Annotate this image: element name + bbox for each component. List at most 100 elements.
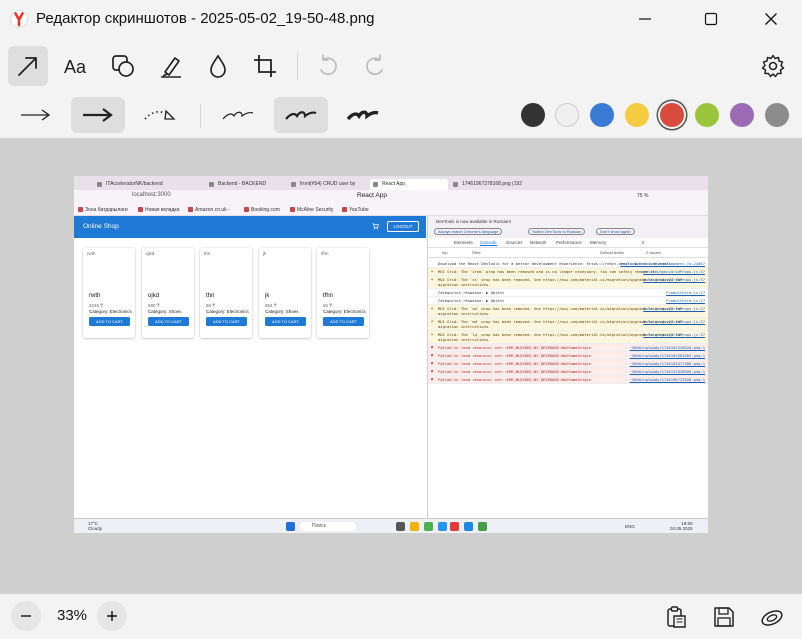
color-swatch[interactable] [660,103,684,127]
devtools-tab[interactable]: Memory [590,240,606,245]
file-explorer-icon[interactable] [410,522,419,531]
taskbar-search[interactable]: Поиск [300,522,356,531]
issues-button[interactable]: 2 Issues [646,250,661,255]
crop-tool-button[interactable] [245,46,285,86]
url-field[interactable]: localhost:3000 [132,192,171,198]
console-source-link[interactable]: deleteLegacyGridProps.js:37 [643,319,705,324]
bookmark-item[interactable]: Новая вкладка [138,207,179,213]
plus-icon [107,611,117,621]
bookmark-item[interactable]: YouTube [342,207,369,213]
color-swatch[interactable] [590,103,614,127]
color-swatch[interactable] [521,103,545,127]
context-select[interactable]: top [442,250,448,255]
console-message-text: Failed to load resource: net::ERR_BLOCKE… [438,377,592,382]
editor-canvas[interactable]: ITAcceleratorNK/backend Backend - BACKEN… [0,138,802,594]
app-icon[interactable] [438,522,447,531]
bookmark-item[interactable]: McAfee Security [290,207,333,213]
browser-tab[interactable]: Backend - BACKEND [206,179,286,190]
console-source-link[interactable]: deleteLegacyGridProps.js:37 [643,269,705,274]
logout-button[interactable]: LOGOUT [387,221,419,232]
minimize-button[interactable] [622,4,668,34]
console-source-link[interactable]: deleteLegacyGridProps.js:37 [643,332,705,337]
add-to-cart-button[interactable]: ADD TO CART [148,317,189,326]
arrow-icon [18,57,37,76]
windows-start-icon[interactable] [286,522,295,531]
app-icon[interactable] [424,522,433,531]
stroke-thick-button[interactable] [336,97,390,133]
zoom-in-button[interactable] [97,601,127,631]
devtools-tab[interactable]: Network [530,240,547,245]
save-button[interactable] [709,602,739,632]
clock[interactable]: 19:50 02.05.2025 [670,521,693,531]
text-tool-button[interactable]: Aa [56,46,96,86]
color-swatch[interactable] [730,103,754,127]
console-message: MUI Grid: The `item` prop has been remov… [428,268,708,276]
app-icon[interactable] [478,522,487,531]
devtools-tab[interactable]: Performance [556,240,582,245]
console-source-link[interactable]: ProductForm.js:17 [666,298,705,303]
redo-button[interactable] [355,46,395,86]
arrow-style-thin-button[interactable] [9,97,63,133]
console-source-link[interactable]: ProductForm.js:17 [666,290,705,295]
language-indicator[interactable]: ENG [625,524,635,529]
color-swatch[interactable] [765,103,789,127]
console-source-link[interactable]: react-dom-client.development.js:24867 [620,261,705,266]
undo-icon [320,54,337,76]
undo-button[interactable] [308,46,348,86]
bookmark-item[interactable]: Amazon.co.uk - [188,207,230,213]
close-button[interactable] [748,4,794,34]
console-source-link[interactable]: deleteLegacyGridProps.js:37 [643,306,705,311]
weather-widget[interactable]: 17°C Cloudy [88,521,102,531]
maximize-button[interactable] [688,4,734,34]
add-to-cart-button[interactable]: ADD TO CART [206,317,247,326]
bold-arrow-icon [83,108,113,122]
arrow-style-bold-button[interactable] [71,97,125,133]
console-source-link[interactable]: :5000/uploads/1746137028689.png:1 [630,369,705,374]
error-count-badge[interactable]: 5 [642,240,645,245]
arrow-tool-button[interactable] [8,46,48,86]
stroke-thin-button[interactable] [211,97,265,133]
zoom-out-button[interactable] [11,601,41,631]
marker-tool-button[interactable] [151,46,191,86]
console-source-link[interactable]: :5000/uploads/1746101516820.png:1 [630,345,705,350]
shape-tool-button[interactable] [103,46,143,86]
shop-title: Online Shop [83,223,119,230]
banner-button[interactable]: Always match Chrome's language [434,228,503,235]
color-swatch[interactable] [625,103,649,127]
browser-tab[interactable]: ITAcceleratorNK/backend [94,179,204,190]
page-title: React App [357,192,387,199]
share-cloud-button[interactable] [757,602,787,632]
settings-button[interactable] [753,46,793,86]
add-to-cart-button[interactable]: ADD TO CART [89,317,130,326]
banner-button[interactable]: Don't show again [596,228,635,235]
blur-tool-button[interactable] [198,46,238,86]
arrow-style-dotted-button[interactable] [133,97,187,133]
levels-select[interactable]: Default levels [600,250,624,255]
console-source-link[interactable]: :5000/uploads/1746103477386.png:1 [630,361,705,366]
add-to-cart-button[interactable]: ADD TO CART [323,317,364,326]
console-source-link[interactable]: :5000/uploads/1746196737826.png:1 [630,377,705,382]
vscode-icon[interactable] [464,522,473,531]
add-to-cart-button[interactable]: ADD TO CART [265,317,306,326]
product-name: thn [206,293,215,299]
devtools-tab[interactable]: Sources [506,240,523,245]
browser-tab[interactable]: 17461967378168.png (192 [450,179,542,190]
bookmark-item[interactable]: Booking.com [244,207,280,213]
product-category: Category: Shoes [148,309,182,314]
browser-tab-active[interactable]: React App [370,179,448,190]
color-swatch[interactable] [695,103,719,127]
bookmark-item[interactable]: Зона батдарылаги [78,207,128,213]
task-view-icon[interactable] [396,522,405,531]
stroke-medium-button[interactable] [274,97,328,133]
yandex-browser-icon[interactable] [450,522,459,531]
cart-icon[interactable] [372,223,379,230]
copy-button[interactable] [661,602,691,632]
console-source-link[interactable]: :5000/uploads/1746101981802.png:1 [630,353,705,358]
filter-input[interactable]: Filter [472,250,481,255]
devtools-tab[interactable]: Elements [454,240,473,245]
console-source-link[interactable]: deleteLegacyGridProps.js:37 [643,277,705,282]
browser-tab[interactable]: front(#54) CRUD user by [288,179,368,190]
banner-button[interactable]: Switch DevTools to Russian [528,228,586,235]
color-swatch[interactable] [555,103,579,127]
devtools-tab-console[interactable]: Console [480,240,497,246]
